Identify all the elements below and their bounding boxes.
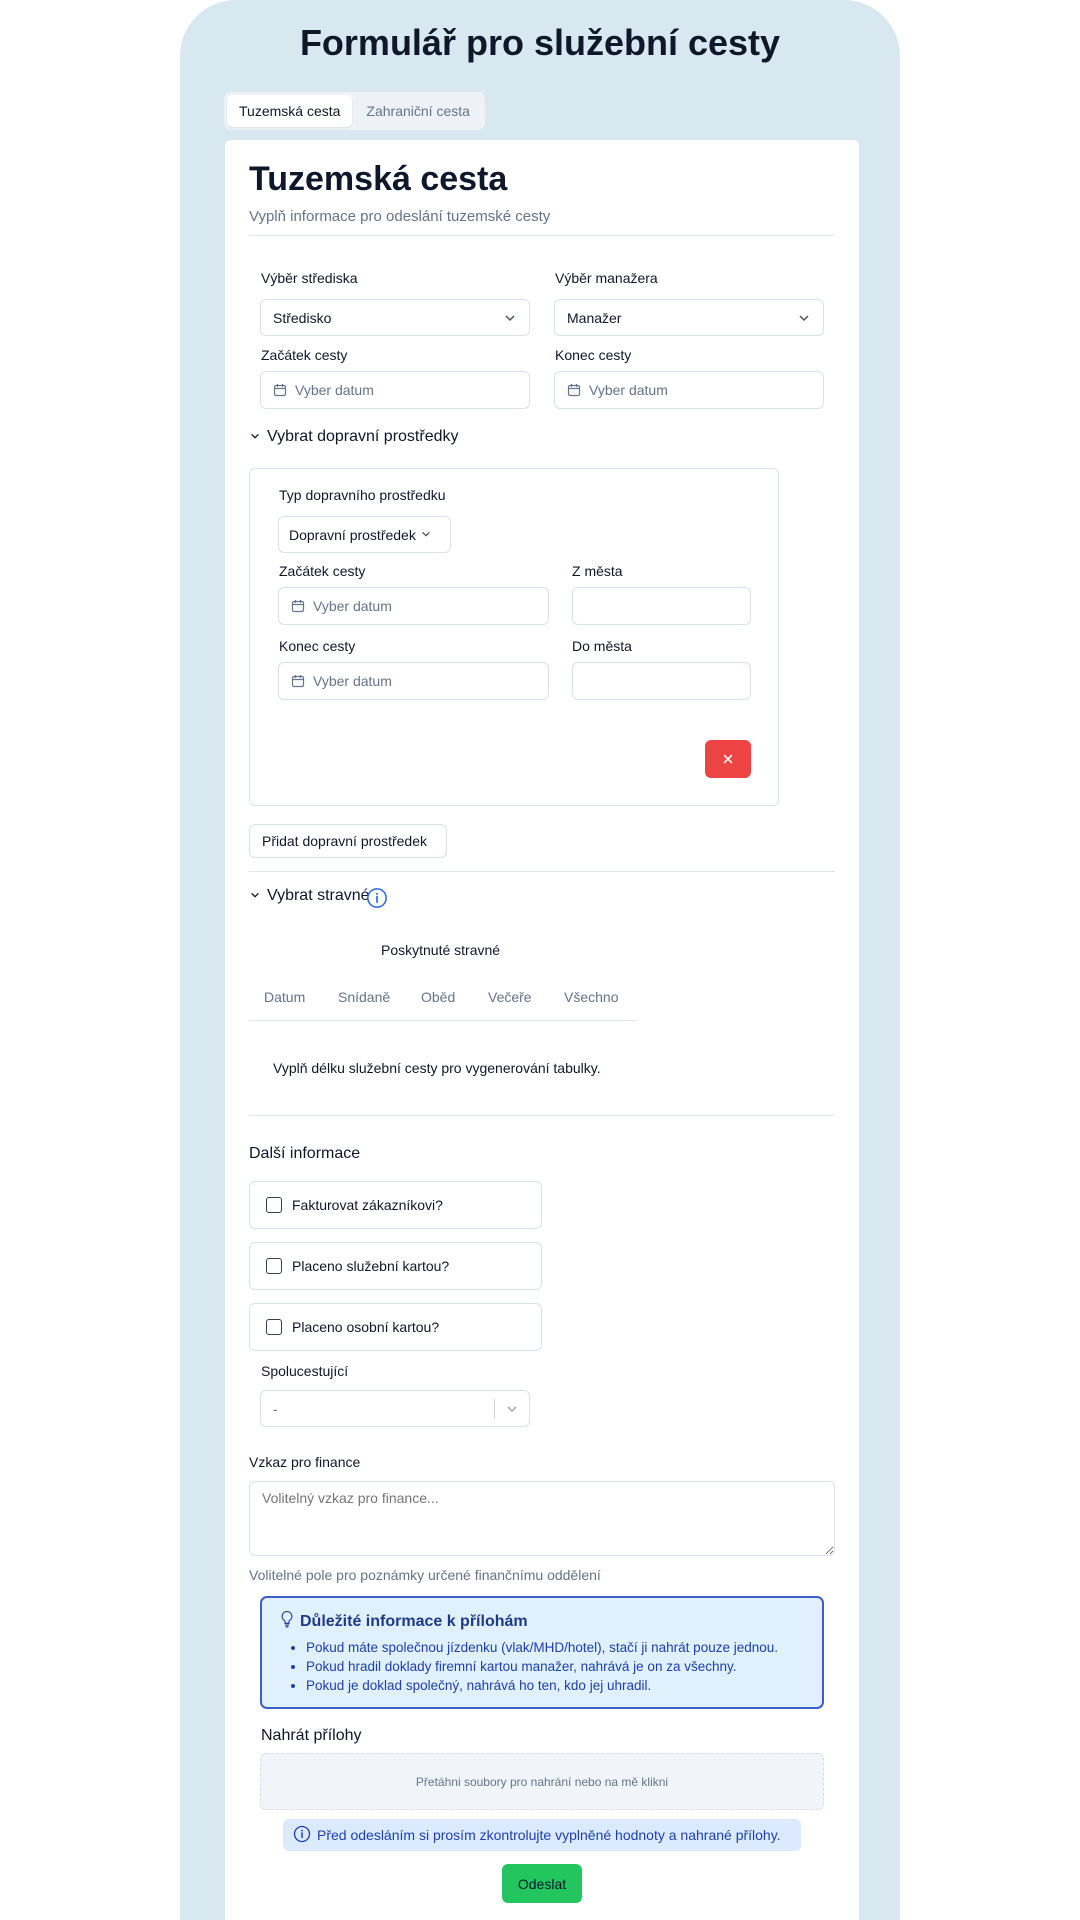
- checkbox-label: Placeno osobní kartou?: [292, 1319, 440, 1335]
- x-icon: [723, 754, 733, 764]
- checkbox[interactable]: [266, 1258, 282, 1274]
- chevron-down-icon: [503, 311, 517, 325]
- transport-start-placeholder: Vyber datum: [313, 598, 392, 614]
- chevron-down-icon: [420, 528, 434, 542]
- transport-heading: Vybrat dopravní prostředky: [267, 428, 459, 445]
- review-notice-text: Před odesláním si prosím zkontrolujte vy…: [317, 1827, 781, 1843]
- checkbox-label: Placeno služební kartou?: [292, 1258, 450, 1274]
- column-header: Snídaně: [338, 989, 391, 1005]
- center-label: Výběr střediska: [261, 270, 358, 286]
- page-title: Formulář pro služební cesty: [299, 22, 781, 63]
- attachments-info-box: Důležité informace k přílohám Pokud máte…: [260, 1596, 824, 1709]
- card-subtitle: Vyplň informace pro odeslání tuzemské ce…: [249, 208, 551, 225]
- upload-dropzone[interactable]: Přetáhni soubory pro nahrání nebo na mě …: [260, 1753, 824, 1810]
- transport-start-label: Začátek cesty: [279, 563, 366, 579]
- divider: [249, 871, 835, 872]
- calendar-icon: [273, 383, 287, 397]
- meals-group-header: Poskytnuté stravné: [381, 942, 501, 958]
- to-city-input[interactable]: [572, 662, 751, 700]
- chevron-down-icon: [797, 311, 811, 325]
- transport-entry: Typ dopravního prostředku Dopravní prost…: [249, 468, 779, 806]
- checkbox[interactable]: [266, 1319, 282, 1335]
- to-city-label: Do města: [572, 638, 632, 654]
- tab-domestic[interactable]: Tuzemská cesta: [227, 95, 353, 127]
- column-header: Datum: [264, 989, 306, 1005]
- info-icon[interactable]: [366, 887, 388, 914]
- start-date-placeholder: Vyber datum: [295, 382, 374, 398]
- manager-select[interactable]: Manažer: [554, 299, 824, 336]
- transport-toggle[interactable]: Vybrat dopravní prostředky: [249, 428, 459, 446]
- divider: [249, 235, 835, 236]
- from-city-label: Z města: [572, 563, 623, 579]
- checkbox-label: Fakturovat zákazníkovi?: [292, 1197, 443, 1213]
- trip-tabs: Tuzemská cesta Zahraniční cesta: [224, 92, 485, 130]
- divider: [249, 1115, 835, 1116]
- tab-foreign[interactable]: Zahraniční cesta: [354, 95, 482, 127]
- transport-type-value: Dopravní prostředek: [289, 526, 416, 543]
- start-date-label: Začátek cesty: [261, 347, 348, 363]
- finance-textarea[interactable]: [249, 1481, 835, 1556]
- end-date-picker[interactable]: Vyber datum: [554, 371, 824, 409]
- calendar-icon: [567, 383, 581, 397]
- finance-hint: Volitelné pole pro poznámky určené finan…: [249, 1567, 601, 1583]
- company-card-checkbox-row[interactable]: Placeno služební kartou?: [249, 1242, 542, 1290]
- table-divider: [249, 1020, 638, 1021]
- center-select[interactable]: Středisko: [260, 299, 530, 336]
- attachments-info-list: Pokud máte společnou jízdenku (vlak/MHD/…: [262, 1638, 822, 1695]
- app-frame: Formulář pro služební cesty Tuzemská ces…: [180, 0, 900, 1920]
- chevron-down-icon: [495, 1402, 529, 1416]
- transport-end-placeholder: Vyber datum: [313, 673, 392, 689]
- attachments-info-title: Důležité informace k přílohám: [300, 1612, 528, 1630]
- companions-select[interactable]: -: [260, 1390, 530, 1427]
- companions-value: -: [273, 1400, 278, 1417]
- personal-card-checkbox-row[interactable]: Placeno osobní kartou?: [249, 1303, 542, 1351]
- list-item: Pokud je doklad společný, nahrává ho ten…: [306, 1676, 822, 1695]
- card-title: Tuzemská cesta: [249, 160, 508, 198]
- invoice-customer-checkbox-row[interactable]: Fakturovat zákazníkovi?: [249, 1181, 542, 1229]
- finance-label: Vzkaz pro finance: [249, 1454, 361, 1470]
- transport-end-picker[interactable]: Vyber datum: [278, 662, 549, 700]
- transport-end-label: Konec cesty: [279, 638, 356, 654]
- column-header: Večeře: [488, 989, 532, 1005]
- calendar-icon: [291, 599, 305, 613]
- submit-button[interactable]: Odeslat: [502, 1864, 582, 1903]
- start-date-picker[interactable]: Vyber datum: [260, 371, 530, 409]
- end-date-label: Konec cesty: [555, 347, 632, 363]
- transport-start-picker[interactable]: Vyber datum: [278, 587, 549, 625]
- chevron-down-icon: [249, 889, 263, 903]
- center-select-value: Středisko: [273, 309, 332, 326]
- calendar-icon: [291, 674, 305, 688]
- column-header: Oběd: [421, 989, 456, 1005]
- end-date-placeholder: Vyber datum: [589, 382, 668, 398]
- list-item: Pokud hradil doklady firemní kartou mana…: [306, 1657, 822, 1676]
- transport-type-select[interactable]: Dopravní prostředek: [278, 516, 451, 553]
- review-notice: Před odesláním si prosím zkontrolujte vy…: [283, 1819, 801, 1851]
- manager-select-value: Manažer: [567, 309, 622, 326]
- lightbulb-icon: [280, 1610, 294, 1633]
- upload-label: Nahrát přílohy: [261, 1727, 362, 1744]
- chevron-down-icon: [249, 430, 263, 444]
- checkbox[interactable]: [266, 1197, 282, 1213]
- transport-type-label: Typ dopravního prostředku: [279, 487, 446, 503]
- meals-heading: Vybrat stravné: [267, 887, 370, 904]
- extra-heading: Další informace: [249, 1145, 361, 1162]
- info-icon: [293, 1825, 311, 1846]
- add-transport-button[interactable]: Přidat dopravní prostředek: [249, 824, 447, 858]
- manager-label: Výběr manažera: [555, 270, 658, 286]
- list-item: Pokud máte společnou jízdenku (vlak/MHD/…: [306, 1638, 822, 1657]
- meals-toggle[interactable]: Vybrat stravné: [249, 887, 370, 905]
- delete-transport-button[interactable]: [705, 740, 751, 778]
- column-header: Všechno: [564, 989, 619, 1005]
- from-city-input[interactable]: [572, 587, 751, 625]
- companions-label: Spolucestující: [261, 1363, 349, 1379]
- form-card: Tuzemská cesta Vyplň informace pro odesl…: [225, 140, 859, 1920]
- meals-empty-text: Vyplň délku služební cesty pro vygenerov…: [273, 1060, 601, 1076]
